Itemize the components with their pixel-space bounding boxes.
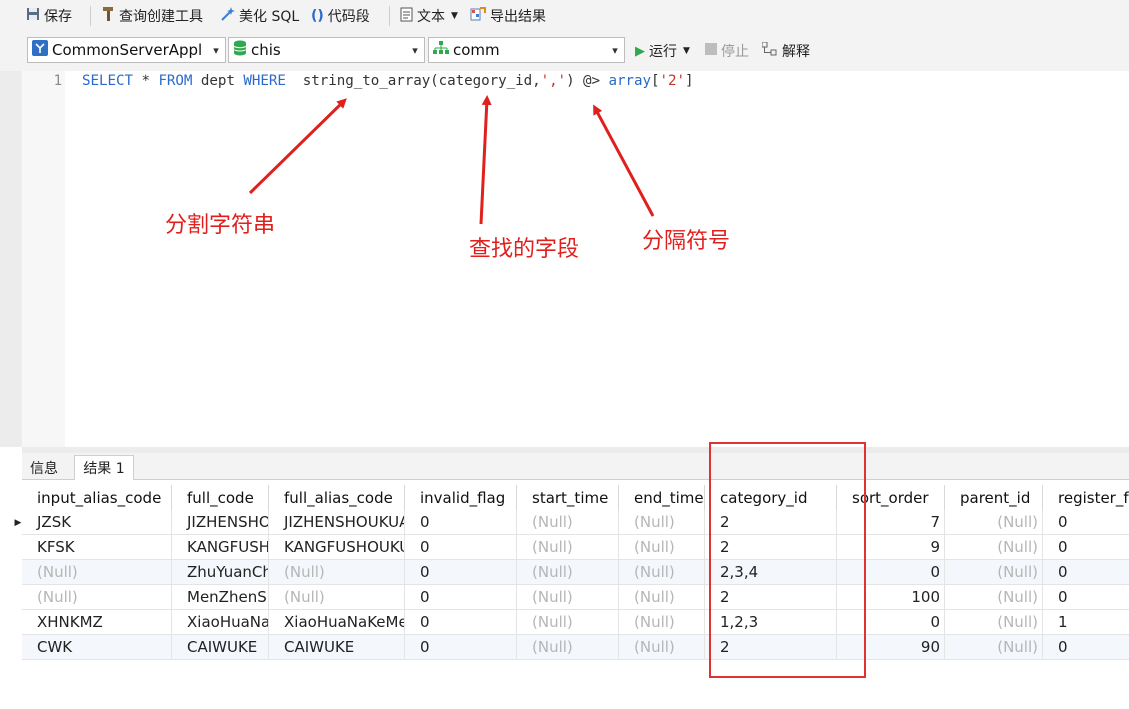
cell-parent-id[interactable]: (Null) bbox=[945, 610, 1043, 635]
cell-parent-id[interactable]: (Null) bbox=[945, 560, 1043, 585]
cell-end-time[interactable]: (Null) bbox=[619, 635, 705, 660]
column-header-full-code[interactable]: full_code bbox=[172, 485, 269, 510]
cell-parent-id[interactable]: (Null) bbox=[945, 585, 1043, 610]
cell-parent-id[interactable]: (Null) bbox=[945, 635, 1043, 660]
column-header-end-time[interactable]: end_time bbox=[619, 485, 705, 510]
cell-input-alias-code[interactable]: (Null) bbox=[22, 585, 172, 610]
cell-full-code[interactable]: XiaoHuaNaKe bbox=[172, 610, 269, 635]
cell-register-f[interactable]: 0 bbox=[1043, 635, 1129, 660]
cell-start-time[interactable]: (Null) bbox=[517, 560, 619, 585]
cell-full-code[interactable]: JIZHENSHOU bbox=[172, 510, 269, 535]
cell-full-code[interactable]: KANGFUSHO bbox=[172, 535, 269, 560]
cell-end-time[interactable]: (Null) bbox=[619, 610, 705, 635]
cell-full-alias-code[interactable]: CAIWUKE bbox=[269, 635, 405, 660]
column-header-register-f[interactable]: register_f bbox=[1043, 485, 1129, 510]
cell-input-alias-code[interactable]: CWK bbox=[22, 635, 172, 660]
column-header-parent-id[interactable]: parent_id bbox=[945, 485, 1043, 510]
cell-start-time[interactable]: (Null) bbox=[517, 585, 619, 610]
cell-start-time[interactable]: (Null) bbox=[517, 535, 619, 560]
cell-start-time[interactable]: (Null) bbox=[517, 510, 619, 535]
annotation-split-string: 分割字符串 bbox=[165, 213, 276, 238]
cell-end-time[interactable]: (Null) bbox=[619, 585, 705, 610]
cell-end-time[interactable]: (Null) bbox=[619, 510, 705, 535]
cell-input-alias-code[interactable]: KFSK bbox=[22, 535, 172, 560]
result-tabs: 信息 结果 1 bbox=[22, 453, 1129, 480]
cell-parent-id[interactable]: (Null) bbox=[945, 535, 1043, 560]
cell-register-f[interactable]: 0 bbox=[1043, 560, 1129, 585]
tab-result-1[interactable]: 结果 1 bbox=[74, 455, 134, 480]
annotation-search-field: 查找的字段 bbox=[469, 237, 580, 262]
cell-start-time[interactable]: (Null) bbox=[517, 635, 619, 660]
cell-end-time[interactable]: (Null) bbox=[619, 535, 705, 560]
column-header-start-time[interactable]: start_time bbox=[517, 485, 619, 510]
cell-invalid-flag[interactable]: 0 bbox=[405, 635, 517, 660]
cell-full-alias-code[interactable]: (Null) bbox=[269, 560, 405, 585]
cell-end-time[interactable]: (Null) bbox=[619, 560, 705, 585]
cell-input-alias-code[interactable]: (Null) bbox=[22, 560, 172, 585]
cell-full-code[interactable]: CAIWUKE bbox=[172, 635, 269, 660]
cell-input-alias-code[interactable]: JZSK bbox=[22, 510, 172, 535]
cell-invalid-flag[interactable]: 0 bbox=[405, 535, 517, 560]
arrow-split bbox=[248, 98, 347, 195]
cell-full-alias-code[interactable]: XiaoHuaNaKeMenZ bbox=[269, 610, 405, 635]
highlight-box-category-id bbox=[709, 442, 866, 678]
arrow-separator bbox=[593, 104, 655, 217]
cell-full-code[interactable]: ZhuYuanChu bbox=[172, 560, 269, 585]
cell-invalid-flag[interactable]: 0 bbox=[405, 560, 517, 585]
cell-register-f[interactable]: 0 bbox=[1043, 585, 1129, 610]
cell-input-alias-code[interactable]: XHNKMZ bbox=[22, 610, 172, 635]
cell-register-f[interactable]: 0 bbox=[1043, 535, 1129, 560]
cell-full-alias-code[interactable]: KANGFUSHOUKUAN bbox=[269, 535, 405, 560]
column-header-invalid-flag[interactable]: invalid_flag bbox=[405, 485, 517, 510]
cell-parent-id[interactable]: (Null) bbox=[945, 510, 1043, 535]
cell-full-alias-code[interactable]: JIZHENSHOUKUAN bbox=[269, 510, 405, 535]
cell-start-time[interactable]: (Null) bbox=[517, 610, 619, 635]
cell-invalid-flag[interactable]: 0 bbox=[405, 585, 517, 610]
tab-info[interactable]: 信息 bbox=[22, 455, 66, 480]
arrow-field bbox=[479, 95, 492, 225]
cell-full-code[interactable]: MenZhenSho bbox=[172, 585, 269, 610]
column-header-input-alias-code[interactable]: input_alias_code bbox=[22, 485, 172, 510]
annotation-separator: 分隔符号 bbox=[642, 229, 731, 254]
cell-full-alias-code[interactable]: (Null) bbox=[269, 585, 405, 610]
cell-register-f[interactable]: 0 bbox=[1043, 510, 1129, 535]
cell-register-f[interactable]: 1 bbox=[1043, 610, 1129, 635]
cell-invalid-flag[interactable]: 0 bbox=[405, 510, 517, 535]
column-header-full-alias-code[interactable]: full_alias_code bbox=[269, 485, 405, 510]
cell-invalid-flag[interactable]: 0 bbox=[405, 610, 517, 635]
